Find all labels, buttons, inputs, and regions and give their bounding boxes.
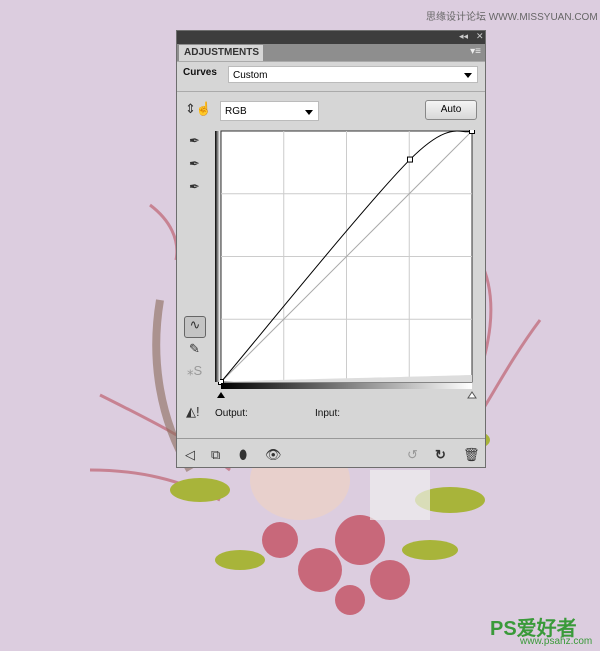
preset-value: Custom <box>233 70 268 81</box>
panel-titlebar: ◂◂ ✕ <box>177 31 485 44</box>
trash-icon[interactable]: 🗑 <box>463 447 480 463</box>
white-point-slider[interactable] <box>467 391 477 399</box>
tab-adjustments[interactable]: ADJUSTMENTS <box>179 45 263 61</box>
channel-select[interactable]: RGB <box>220 101 319 121</box>
curve-point[interactable] <box>406 156 413 163</box>
curve-tool-icon[interactable]: ∿ <box>184 316 206 338</box>
adjustments-panel: ◂◂ ✕ ADJUSTMENTS ▾≡ Curves Custom ⇕☝ RGB… <box>176 30 486 468</box>
output-label: Output: <box>215 408 248 419</box>
channel-value: RGB <box>225 106 247 117</box>
clipping-warning-icon[interactable]: ◭! <box>186 404 200 420</box>
watermark-url: www.psahz.com <box>520 636 593 647</box>
curves-title: Curves <box>183 67 217 78</box>
eyedropper-gray-icon[interactable]: ✒ <box>189 156 200 172</box>
close-icon[interactable]: ✕ <box>476 31 484 42</box>
output-gradient <box>215 131 220 382</box>
eyedropper-black-icon[interactable]: ✒ <box>189 133 200 149</box>
previous-state-icon[interactable]: ↺ <box>407 447 418 463</box>
auto-button[interactable]: Auto <box>425 100 477 120</box>
panel-menu-icon[interactable]: ▾≡ <box>470 46 481 57</box>
clip-layer-icon[interactable]: ⧉ <box>211 447 220 463</box>
smooth-icon[interactable]: ⁎S <box>187 363 202 379</box>
watermark-top: 思缘设计论坛 WWW.MISSYUAN.COM <box>426 12 598 23</box>
input-label: Input: <box>315 408 341 419</box>
input-gradient <box>221 383 472 389</box>
black-point-slider[interactable] <box>217 392 225 398</box>
back-arrow-icon[interactable]: ◁ <box>185 447 195 463</box>
collapse-icon[interactable]: ◂◂ <box>459 31 468 42</box>
curves-graph[interactable] <box>213 130 485 402</box>
visibility-icon[interactable]: 👁 <box>265 447 282 463</box>
curve-point[interactable] <box>469 130 475 134</box>
pencil-icon[interactable]: ✎ <box>189 341 200 357</box>
on-image-adjust-icon[interactable]: ⇕☝ <box>185 101 212 117</box>
preset-select[interactable]: Custom <box>228 66 478 83</box>
eyedropper-white-icon[interactable]: ✒ <box>189 179 200 195</box>
mask-icon[interactable]: ⬮ <box>239 447 247 463</box>
reset-icon[interactable]: ↻ <box>435 447 446 463</box>
